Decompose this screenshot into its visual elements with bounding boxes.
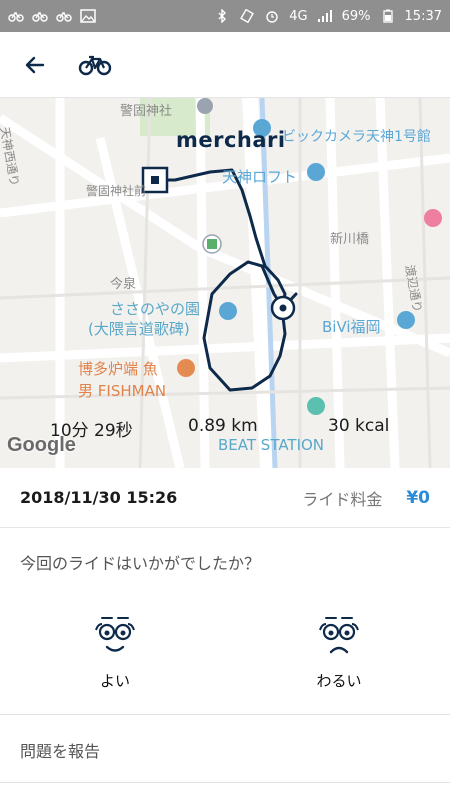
app-bar — [0, 32, 450, 98]
map-label: 警固神社前 — [86, 184, 147, 198]
battery-percent: 69% — [341, 8, 371, 24]
rating-good-button[interactable]: よい — [55, 610, 175, 691]
sad-face-icon — [319, 617, 359, 654]
rotate-icon — [240, 9, 255, 23]
back-button[interactable] — [0, 32, 70, 98]
status-bar: 4G 69% 15:37 — [0, 0, 450, 32]
route-map[interactable]: 警固神社 警固神社前 ビックカメラ天神1号館 天神ロフト 今泉 ささのやの園 (… — [0, 98, 450, 468]
map-label: 天神ロフト — [222, 168, 298, 186]
rating-bad-label: わるい — [316, 672, 362, 690]
bicycle-icon — [78, 55, 112, 75]
map-label: ささのやの園 — [110, 300, 201, 318]
roads — [0, 98, 450, 468]
bike-notification-icon — [56, 11, 72, 22]
map-label: 博多炉端 魚 — [78, 360, 158, 378]
signal-icon — [317, 10, 332, 22]
map-label: BiVi福岡 — [322, 318, 381, 336]
network-type: 4G — [289, 8, 308, 24]
rating-bad-button[interactable]: わるい — [279, 610, 399, 691]
clock: 15:37 — [404, 8, 442, 24]
alarm-icon — [266, 11, 278, 23]
bike-notification-icon — [32, 11, 48, 22]
bike-notification-icon — [8, 11, 24, 22]
merchari-logo: merchari — [176, 128, 286, 152]
divider — [0, 714, 450, 715]
map-base — [0, 98, 450, 468]
feedback-question: 今回のライドはいかがでしたか？ — [20, 554, 261, 573]
fee-value: ¥0 — [406, 487, 430, 508]
ride-distance: 0.89 km — [188, 416, 258, 436]
report-problem-link[interactable]: 問題を報告 — [20, 738, 100, 762]
map-label: ビックカメラ天神1号館 — [282, 129, 431, 145]
ride-summary: 2018/11/30 15:26 ライド料金 ¥0 — [0, 468, 450, 528]
fee-label: ライド料金 — [302, 489, 383, 509]
map-label: 男 FISHMAN — [78, 382, 167, 400]
ride-datetime: 2018/11/30 15:26 — [20, 488, 178, 507]
map-label: 新川橋 — [330, 232, 370, 247]
bike-button[interactable] — [70, 32, 120, 98]
map-label: (大隈言道歌碑) — [88, 320, 190, 338]
rating-good-label: よい — [99, 672, 130, 690]
google-logo: Google — [7, 434, 76, 456]
bluetooth-icon — [218, 9, 227, 23]
divider — [0, 782, 450, 783]
arrow-left-icon — [25, 56, 45, 73]
battery-icon — [382, 9, 393, 23]
ride-calories: 30 kcal — [328, 416, 390, 436]
image-notification-icon — [80, 9, 96, 23]
map-label: 今泉 — [110, 277, 137, 292]
map-label: BEAT STATION — [218, 436, 325, 454]
happy-face-icon — [95, 617, 135, 652]
map-label: 警固神社 — [120, 104, 173, 119]
